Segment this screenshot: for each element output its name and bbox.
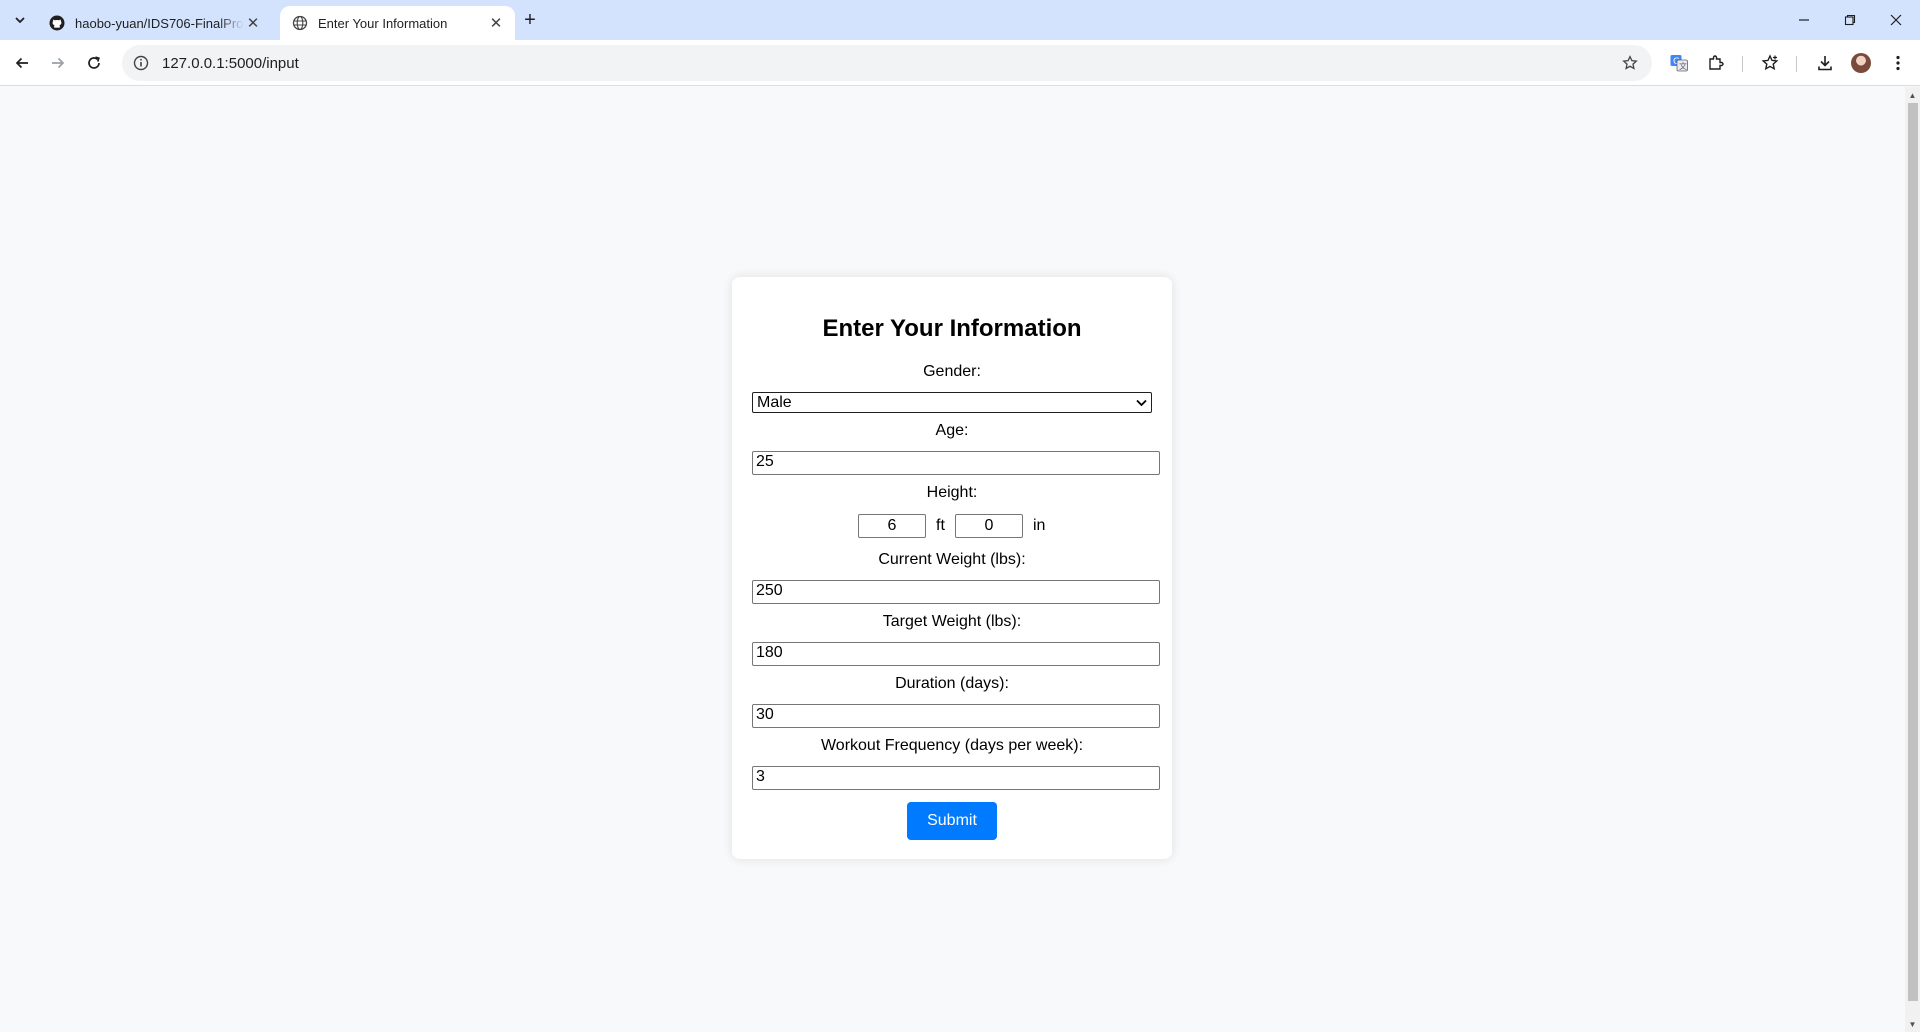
new-tab-plus-icon[interactable]: + — [518, 8, 542, 32]
globe-icon — [292, 15, 308, 31]
site-info-icon[interactable] — [132, 54, 150, 72]
height-label: Height: — [926, 484, 978, 501]
scroll-up-arrow-icon[interactable]: ▲ — [1905, 88, 1920, 102]
tab-title: haobo-yuan/IDS706-FinalProject — [75, 15, 244, 31]
download-icon[interactable] — [1813, 51, 1837, 75]
translate-icon[interactable]: G文 — [1667, 51, 1691, 75]
bookmarks-star-icon[interactable] — [1758, 51, 1782, 75]
forward-arrow-icon[interactable] — [44, 49, 72, 77]
target-weight-label: Target Weight (lbs): — [882, 613, 1022, 630]
age-label: Age: — [935, 422, 969, 439]
url-text: 127.0.0.1:5000/input — [162, 54, 299, 72]
tab-search-chevron-icon[interactable] — [6, 8, 34, 32]
bookmark-star-icon[interactable] — [1620, 53, 1640, 73]
tab-close-icon[interactable]: ✕ — [487, 14, 505, 32]
more-menu-icon[interactable] — [1886, 51, 1910, 75]
workout-frequency-input[interactable]: 3 — [752, 766, 1160, 790]
current-weight-label: Current Weight (lbs): — [878, 551, 1026, 568]
tab-title: Enter Your Information — [318, 15, 448, 31]
gender-label: Gender: — [923, 363, 981, 380]
profile-avatar[interactable] — [1851, 53, 1871, 73]
address-bar[interactable]: 127.0.0.1:5000/input — [122, 45, 1652, 81]
current-weight-input[interactable]: 250 — [752, 580, 1160, 604]
page-title: Enter Your Information — [822, 315, 1082, 342]
submit-button[interactable]: Submit — [907, 802, 997, 840]
restore-icon[interactable] — [1827, 0, 1873, 40]
extensions-puzzle-icon[interactable] — [1704, 51, 1728, 75]
tab-enter-your-information[interactable]: Enter Your Information ✕ — [280, 6, 515, 40]
feet-unit: ft — [936, 517, 945, 534]
gender-selected-value: Male — [757, 393, 792, 411]
toolbar-divider — [1742, 56, 1743, 72]
height-inches-input[interactable]: 0 — [955, 514, 1023, 538]
browser-toolbar: 127.0.0.1:5000/input G文 — [0, 40, 1920, 86]
page-viewport: Enter Your Information Gender: Male Age:… — [0, 87, 1905, 1032]
scroll-down-arrow-icon[interactable]: ▼ — [1905, 1017, 1920, 1031]
minimize-icon[interactable] — [1781, 0, 1827, 40]
back-arrow-icon[interactable] — [8, 49, 36, 77]
svg-text:文: 文 — [1679, 61, 1687, 71]
tab-github[interactable]: haobo-yuan/IDS706-FinalProject ✕ — [37, 6, 272, 40]
github-icon — [49, 15, 65, 31]
chevron-down-icon — [1136, 396, 1147, 410]
duration-input[interactable]: 30 — [752, 704, 1160, 728]
duration-label: Duration (days): — [895, 675, 1009, 692]
tab-close-icon[interactable]: ✕ — [244, 14, 262, 32]
inches-unit: in — [1033, 517, 1046, 534]
tab-strip: haobo-yuan/IDS706-FinalProject ✕ Enter Y… — [0, 0, 1920, 40]
toolbar-divider — [1796, 56, 1797, 72]
close-window-icon[interactable] — [1873, 0, 1919, 40]
page-scrollbar[interactable]: ▲ ▼ — [1905, 87, 1920, 1032]
reload-icon[interactable] — [80, 49, 108, 77]
workout-frequency-label: Workout Frequency (days per week): — [820, 737, 1084, 754]
gender-select[interactable]: Male — [752, 392, 1152, 413]
target-weight-input[interactable]: 180 — [752, 642, 1160, 666]
scrollbar-thumb[interactable] — [1908, 103, 1918, 1001]
height-feet-input[interactable]: 6 — [858, 514, 926, 538]
age-input[interactable]: 25 — [752, 451, 1160, 475]
form-card: Enter Your Information Gender: Male Age:… — [732, 277, 1172, 859]
